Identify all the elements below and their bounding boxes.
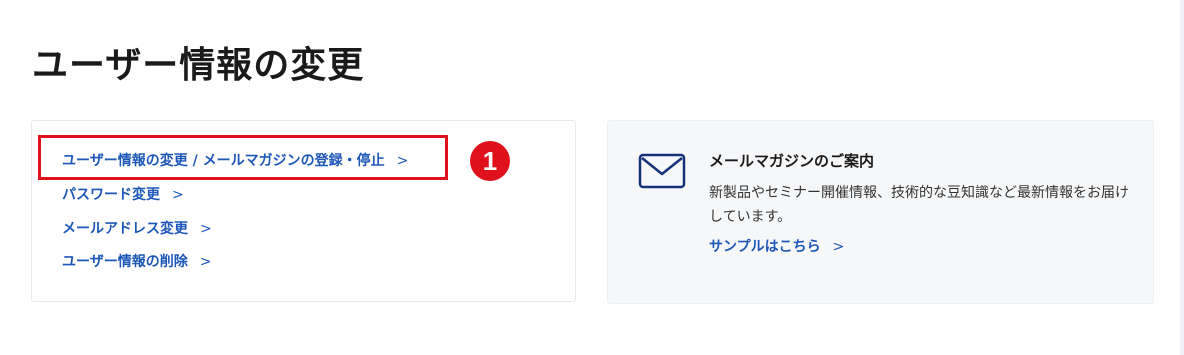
link-change-email[interactable]: メールアドレス変更 > <box>62 219 212 239</box>
scrollbar-track <box>1180 0 1184 355</box>
page: ユーザー情報の変更 ユーザー情報の変更 / メールマガジンの登録・停止 > パスワ… <box>0 0 1184 355</box>
step-number-badge: 1 <box>470 141 510 181</box>
page-title: ユーザー情報の変更 <box>32 45 365 86</box>
newsletter-sample-link[interactable]: サンプルはこちら > <box>709 237 844 257</box>
link-label: ユーザー情報の削除 <box>62 254 188 270</box>
newsletter-card: メールマガジンのご案内 新製品やセミナー開催情報、技術的な豆知識など最新情報をお… <box>607 120 1154 304</box>
link-label: メールアドレス変更 <box>62 221 188 237</box>
newsletter-title: メールマガジンのご案内 <box>709 152 875 170</box>
newsletter-description: 新製品やセミナー開催情報、技術的な豆知識など最新情報をお届けしています。 <box>709 185 1129 225</box>
chevron-right-icon: > <box>199 254 212 270</box>
chevron-right-icon: > <box>172 187 184 203</box>
highlight-annotation-box <box>38 135 448 180</box>
link-delete-user[interactable]: ユーザー情報の削除 > <box>62 252 211 272</box>
mail-icon <box>638 153 686 189</box>
link-change-password[interactable]: パスワード変更 > <box>62 185 184 205</box>
sample-link-label: サンプルはこちら <box>709 239 821 255</box>
chevron-right-icon: > <box>832 239 845 255</box>
link-label: パスワード変更 <box>62 187 160 203</box>
chevron-right-icon: > <box>200 221 212 237</box>
